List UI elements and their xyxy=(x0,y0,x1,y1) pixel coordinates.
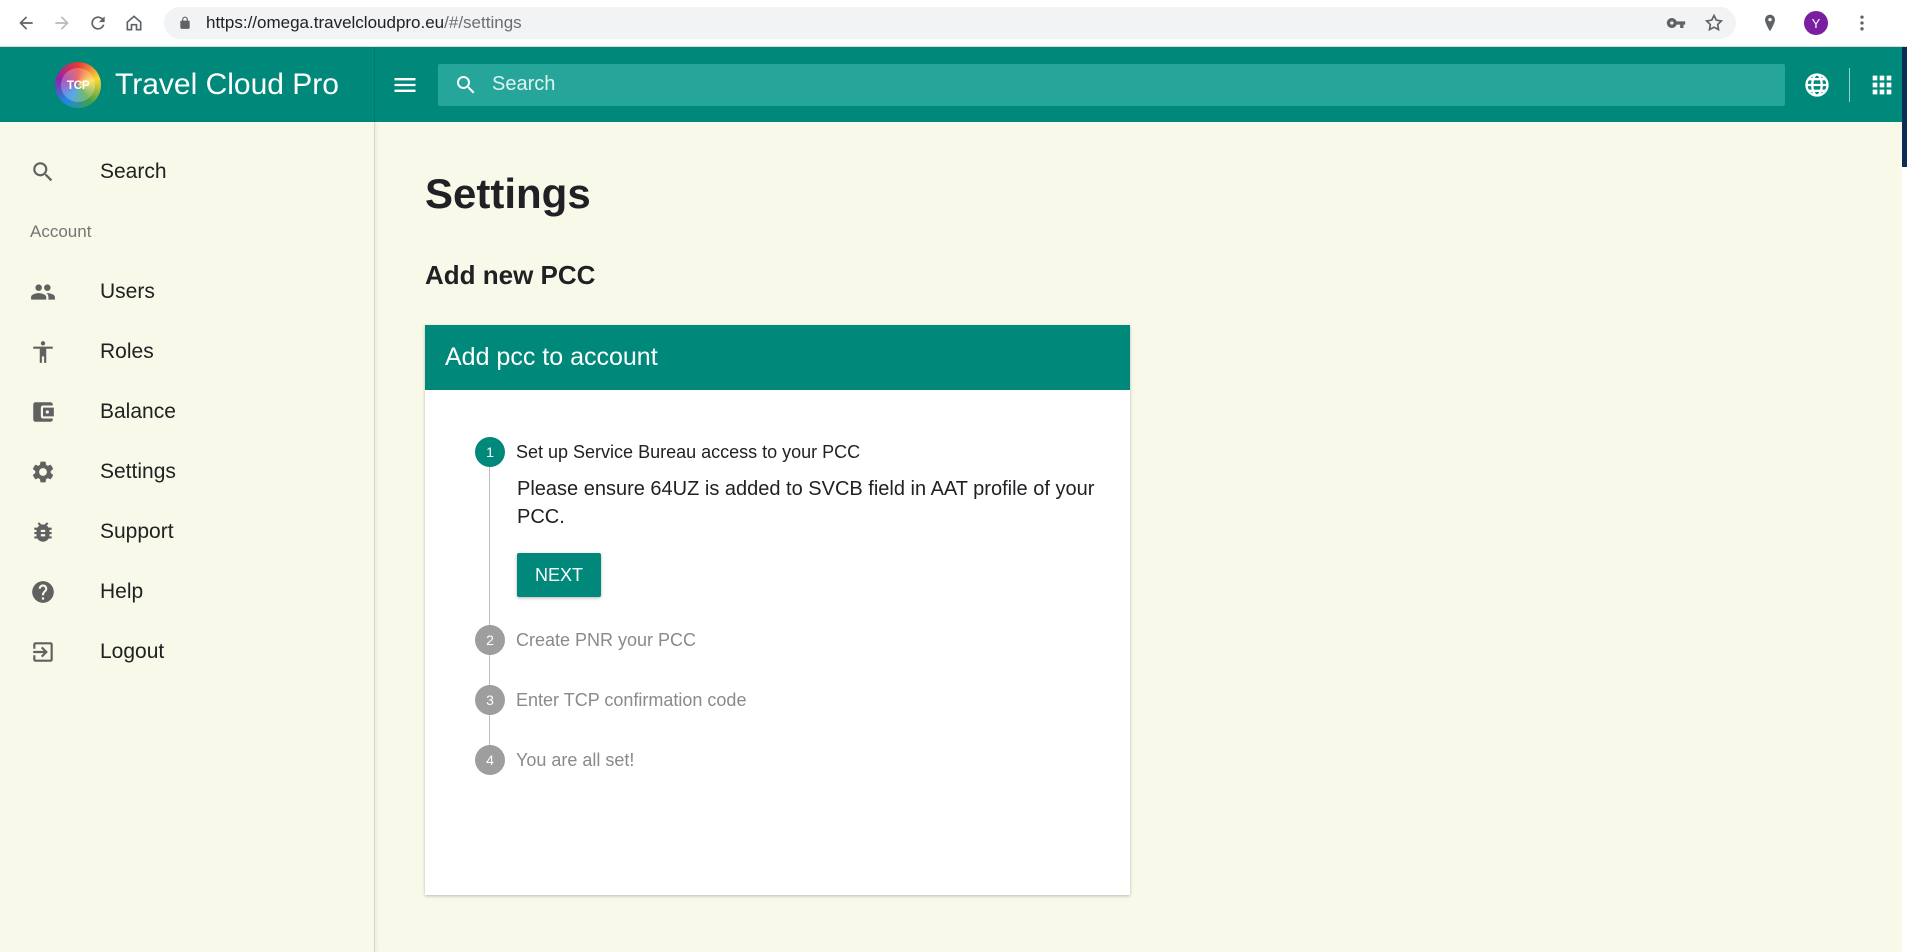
search-input[interactable] xyxy=(492,73,1692,96)
step-label: You are all set! xyxy=(516,749,635,770)
sidebar-item-label: Search xyxy=(100,160,167,183)
home-button[interactable] xyxy=(116,5,152,41)
sidebar-section-account: Account xyxy=(30,222,92,241)
page-title: Settings xyxy=(425,170,591,217)
window-edge xyxy=(1902,47,1907,952)
bug-icon xyxy=(34,522,52,542)
sidebar-item-logout[interactable]: Logout xyxy=(0,622,374,682)
arrow-left-icon xyxy=(19,16,33,30)
more-vert-icon[interactable] xyxy=(1852,13,1872,33)
step-4[interactable]: 4 You are all set! xyxy=(475,745,1130,775)
profile-avatar[interactable]: Y xyxy=(1804,11,1828,35)
arrow-right-icon xyxy=(55,16,69,30)
add-pcc-card: Add pcc to account 1 Set up Service Bure… xyxy=(425,325,1130,895)
sidebar-item-support[interactable]: Support xyxy=(0,502,374,562)
help-icon xyxy=(32,581,54,603)
sidebar-item-label: Help xyxy=(100,580,144,603)
step-number: 1 xyxy=(475,437,505,467)
menu-icon[interactable] xyxy=(391,71,419,99)
header-search[interactable] xyxy=(438,63,1785,106)
lock-icon xyxy=(180,16,190,29)
step-number: 2 xyxy=(475,625,505,655)
home-icon xyxy=(126,15,142,31)
sidebar-item-label: Users xyxy=(100,280,155,303)
sidebar-item-roles[interactable]: Roles xyxy=(0,322,374,382)
sidebar-item-help[interactable]: Help xyxy=(0,562,374,622)
key-icon[interactable] xyxy=(1666,13,1686,33)
sidebar-item-label: Roles xyxy=(100,340,154,363)
next-button[interactable]: NEXT xyxy=(517,553,601,597)
logout-icon xyxy=(33,642,53,662)
step-label: Set up Service Bureau access to your PCC xyxy=(516,441,861,462)
step-number: 3 xyxy=(475,685,505,715)
back-button[interactable] xyxy=(8,5,44,41)
step-1[interactable]: 1 Set up Service Bureau access to your P… xyxy=(475,437,1130,467)
search-icon xyxy=(457,75,475,93)
globe-icon[interactable] xyxy=(1803,71,1831,99)
address-bar[interactable]: https://omega.travelcloudpro.eu/#/settin… xyxy=(164,7,1736,39)
tcp-logo: TCP xyxy=(55,61,101,108)
reload-icon xyxy=(91,16,105,30)
sidebar-item-users[interactable]: Users xyxy=(0,262,374,322)
sidebar-item-label: Settings xyxy=(100,460,176,483)
sidebar: Search Account Users Roles Balance Setti… xyxy=(0,122,375,952)
users-icon xyxy=(31,284,55,300)
brand[interactable]: TCP Travel Cloud Pro xyxy=(0,47,375,122)
app-header: TCP Travel Cloud Pro xyxy=(0,47,1902,122)
browser-toolbar: https://omega.travelcloudpro.eu/#/settin… xyxy=(0,0,1907,47)
sidebar-item-search[interactable]: Search xyxy=(0,142,374,202)
section-title: Add new PCC xyxy=(425,260,596,290)
step-label: Create PNR your PCC xyxy=(516,629,697,650)
star-icon[interactable] xyxy=(1704,13,1724,33)
sidebar-item-balance[interactable]: Balance xyxy=(0,382,374,442)
gear-icon xyxy=(32,461,54,483)
stepper: 1 Set up Service Bureau access to your P… xyxy=(425,390,1130,775)
location-pin-icon[interactable] xyxy=(1760,13,1780,33)
sidebar-item-settings[interactable]: Settings xyxy=(0,442,374,502)
card-header: Add pcc to account xyxy=(425,325,1130,390)
header-divider xyxy=(1849,67,1850,102)
search-icon xyxy=(33,162,53,182)
sidebar-item-label: Support xyxy=(100,520,174,543)
brand-name: Travel Cloud Pro xyxy=(115,67,339,101)
step-label: Enter TCP confirmation code xyxy=(516,689,747,710)
step-1-content: Please ensure 64UZ is added to SVCB fiel… xyxy=(489,467,1130,625)
step-number: 4 xyxy=(475,745,505,775)
apps-grid-icon[interactable] xyxy=(1868,71,1896,99)
person-icon xyxy=(33,341,53,363)
reload-button[interactable] xyxy=(80,5,116,41)
url-text: https://omega.travelcloudpro.eu/#/settin… xyxy=(206,13,522,32)
logo-text: TCP xyxy=(61,67,95,102)
sidebar-item-label: Logout xyxy=(100,640,165,663)
wallet-icon xyxy=(33,402,54,422)
forward-button[interactable] xyxy=(44,5,80,41)
step-instructions: Please ensure 64UZ is added to SVCB fiel… xyxy=(517,478,1095,528)
browser-extensions: Y xyxy=(1748,11,1884,35)
sidebar-item-label: Balance xyxy=(100,400,176,423)
